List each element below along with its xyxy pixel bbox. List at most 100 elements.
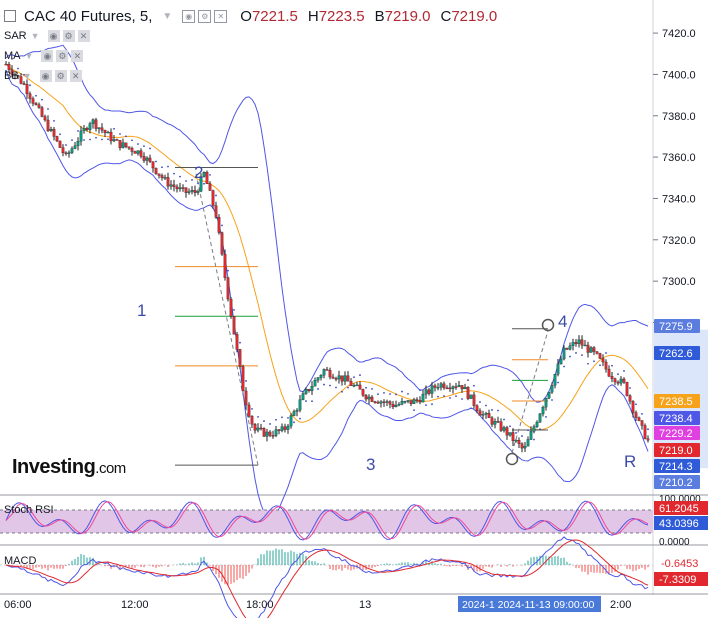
close-icon[interactable]: ✕ [69,70,82,82]
sar-dot [239,341,241,344]
sar-dot [173,172,175,175]
candle-body [415,399,419,401]
candle-body [622,378,626,383]
sar-dot [131,139,133,142]
candle-body [280,426,284,431]
candle-body [295,409,299,412]
settings-icon[interactable]: ⚙ [56,50,69,62]
candle-body [466,387,470,399]
stoch-value-text: 61.2045 [659,503,699,515]
sar-dot [323,383,325,386]
close-icon[interactable]: ✕ [71,50,84,62]
stoch-tick-label: 0.0000 [659,537,690,548]
sar-dot [257,415,259,418]
close-icon[interactable]: ✕ [77,30,90,42]
candle-body [235,334,239,350]
sar-dot [137,143,139,145]
candle-body [544,398,548,408]
chevron-down-icon[interactable]: ▼ [25,51,34,61]
y-tick-label: 7380.0 [662,111,696,123]
sar-dot [107,138,109,141]
candle-body [616,381,620,384]
candle-body [499,421,503,431]
candle-body [151,161,155,169]
sar-dot [599,364,601,367]
candle-body [58,140,62,148]
candle-body [529,431,533,440]
eye-icon[interactable]: ◉ [39,70,52,82]
candle-body [460,385,464,390]
candle-body [85,128,89,130]
candle-body [436,387,440,389]
candle-body [394,404,398,408]
candle-body [349,381,353,386]
candle-body [619,378,623,384]
indicator-row-sar[interactable]: SAR ▼ ◉ ⚙ ✕ [4,29,93,43]
y-tick-label: 7300.0 [662,276,696,288]
candle-body [406,400,410,402]
chevron-down-icon[interactable]: ▼ [23,71,32,81]
settings-icon[interactable]: ⚙ [62,30,75,42]
sar-dot [113,127,115,130]
price-label-text: 7214.3 [659,461,693,473]
candle-body [160,175,164,178]
candle-body [61,147,65,154]
candle-body [283,426,287,430]
close-value: 7219.0 [451,7,498,25]
sar-dot [365,386,367,389]
candle-body [457,385,461,387]
candle-body [124,142,128,147]
sar-dot [269,423,271,425]
candle-body [472,394,476,406]
eye-icon[interactable]: ◉ [182,9,196,23]
sar-dot [71,139,73,142]
candle-body [604,361,608,370]
settings-icon[interactable]: ⚙ [198,9,212,23]
close-icon[interactable]: ✕ [214,9,228,23]
candle-body [532,426,536,432]
candle-body [439,383,443,388]
sar-dot [479,401,481,403]
x-tick-label: 18:00 [246,599,274,611]
sar-dot [401,390,403,393]
sar-dot [605,352,607,354]
candle-body [103,130,107,134]
chart-canvas[interactable]: 7280.07300.07320.07340.07360.07380.07400… [0,0,708,618]
candle-body [190,190,194,192]
candle-body [193,190,197,193]
chevron-down-icon[interactable]: ▼ [31,31,40,41]
low-label: B [374,7,385,25]
candle-body [391,404,395,408]
settings-icon[interactable]: ⚙ [54,70,67,82]
candle-body [121,142,125,148]
sar-dot [227,269,229,272]
candle-body [412,399,416,404]
candle-body [40,107,44,117]
sar-dot [461,398,463,400]
collapse-box-icon[interactable] [4,10,16,22]
sar-dot [419,389,421,391]
candle-body [325,369,329,371]
candle-body [67,152,71,154]
candle-body [181,187,185,189]
eye-icon[interactable]: ◉ [47,30,60,42]
candle-body [286,425,290,430]
candle-body [370,396,374,402]
sar-dot [455,395,457,398]
candle-body [22,83,26,85]
indicator-row-bb[interactable]: BB ▼ ◉ ⚙ ✕ [4,69,85,83]
indicator-row-ma[interactable]: MA ▼ ◉ ⚙ ✕ [4,49,86,63]
price-label-text: 7210.2 [659,477,693,489]
candle-body [592,347,596,352]
candle-body [52,128,56,137]
chevron-down-icon[interactable]: ▼ [162,11,172,22]
candle-body [340,375,344,382]
candle-body [178,187,182,190]
candle-body [625,382,629,396]
candle-body [430,385,434,394]
symbol-title[interactable]: CAC 40 Futures, 5, [24,8,152,25]
eye-icon[interactable]: ◉ [41,50,54,62]
wave-label-3: 3 [366,455,375,474]
candle-body [583,344,587,347]
sar-dot [425,404,427,407]
